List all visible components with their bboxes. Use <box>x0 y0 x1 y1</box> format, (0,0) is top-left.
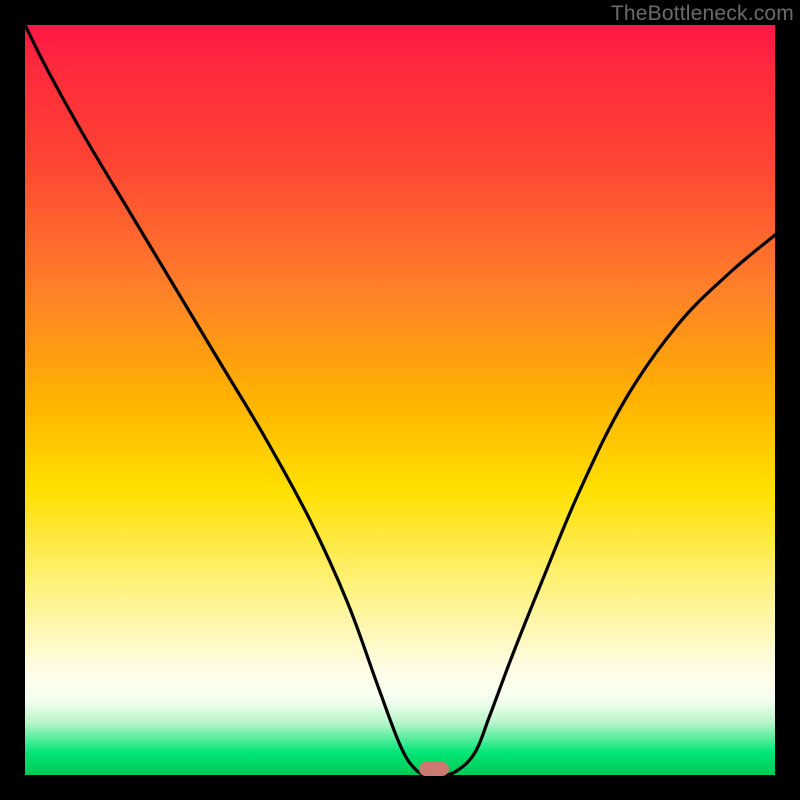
chart-frame: TheBottleneck.com <box>0 0 800 800</box>
bottleneck-curve <box>25 25 775 775</box>
watermark-text: TheBottleneck.com <box>611 2 794 26</box>
plot-area <box>25 25 775 775</box>
optimal-marker <box>419 762 449 776</box>
